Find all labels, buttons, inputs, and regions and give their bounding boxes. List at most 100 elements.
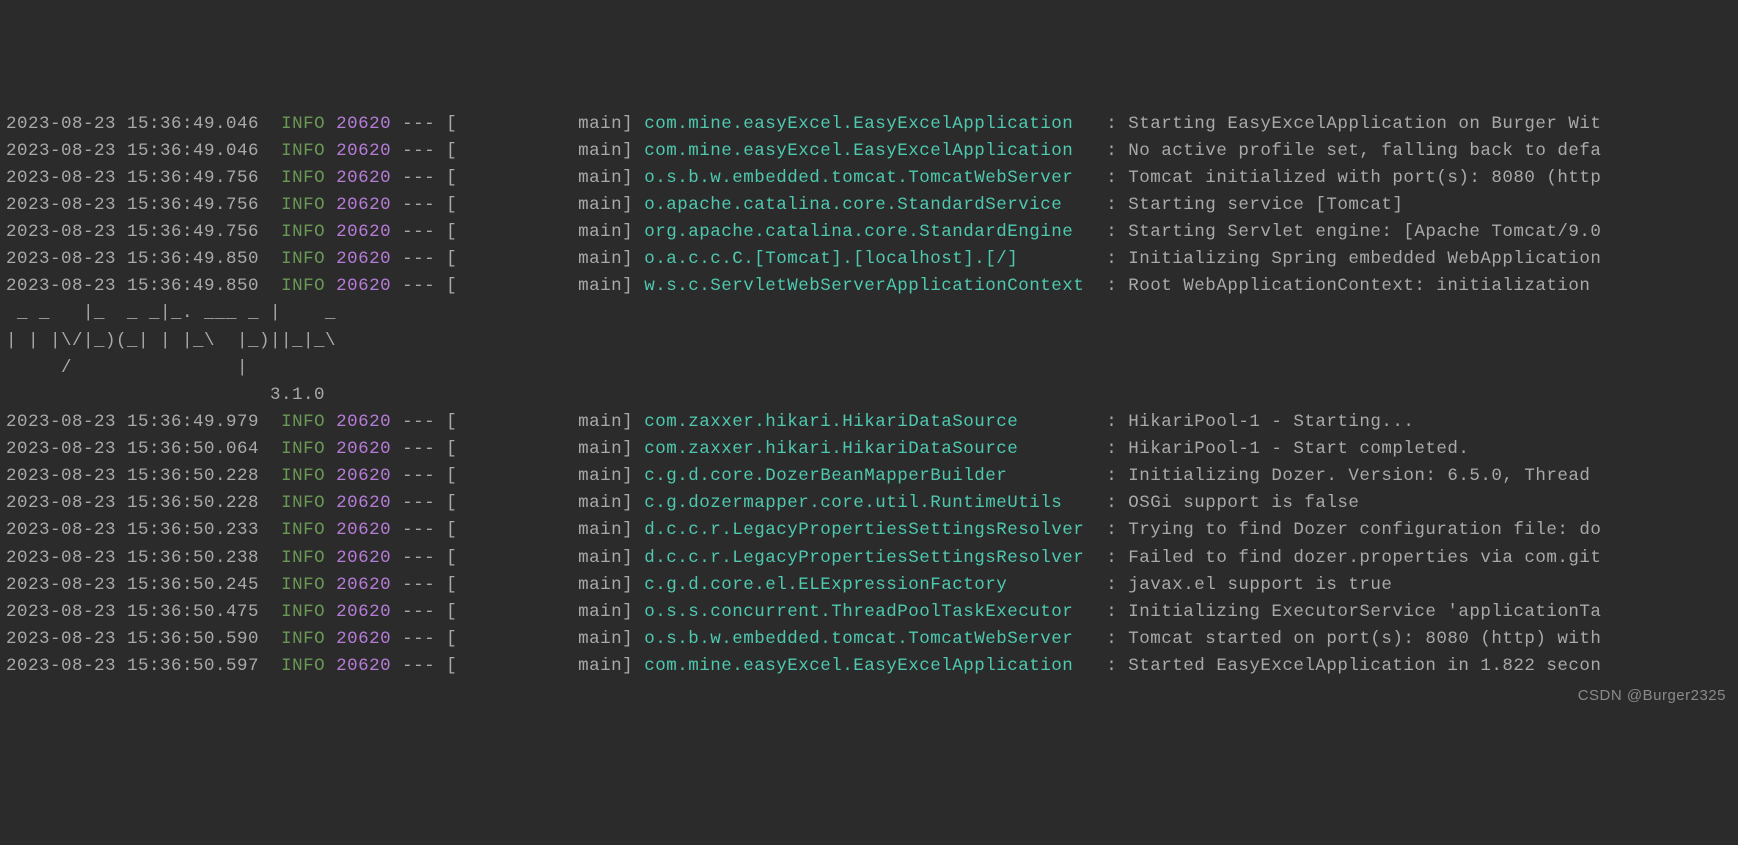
process-id: 20620: [336, 276, 391, 296]
logger-name: o.s.b.w.embedded.tomcat.TomcatWebServer: [644, 168, 1095, 188]
log-line[interactable]: 2023-08-23 15:36:49.979 INFO 20620 --- […: [6, 409, 1732, 436]
timestamp: 2023-08-23 15:36:49.756: [6, 168, 259, 188]
log-message: : Started EasyExcelApplication in 1.822 …: [1106, 656, 1601, 676]
separator: ---: [402, 629, 435, 649]
log-message: : Initializing Spring embedded WebApplic…: [1106, 249, 1601, 269]
separator: ---: [402, 656, 435, 676]
process-id: 20620: [336, 520, 391, 540]
log-line[interactable]: 2023-08-23 15:36:49.756 INFO 20620 --- […: [6, 165, 1732, 192]
process-id: 20620: [336, 195, 391, 215]
process-id: 20620: [336, 656, 391, 676]
separator: ---: [402, 439, 435, 459]
separator: ---: [402, 466, 435, 486]
log-message: : Root WebApplicationContext: initializa…: [1106, 276, 1601, 296]
log-level: INFO: [281, 548, 325, 568]
log-line[interactable]: 2023-08-23 15:36:49.850 INFO 20620 --- […: [6, 246, 1732, 273]
log-line[interactable]: 2023-08-23 15:36:50.233 INFO 20620 --- […: [6, 517, 1732, 544]
watermark: CSDN @Burger2325: [1578, 684, 1726, 707]
log-message: : HikariPool-1 - Start completed.: [1106, 439, 1469, 459]
log-message: : Starting Servlet engine: [Apache Tomca…: [1106, 222, 1601, 242]
log-line[interactable]: 2023-08-23 15:36:50.475 INFO 20620 --- […: [6, 599, 1732, 626]
log-line[interactable]: 2023-08-23 15:36:50.228 INFO 20620 --- […: [6, 490, 1732, 517]
process-id: 20620: [336, 548, 391, 568]
log-level: INFO: [281, 493, 325, 513]
thread-name: [ main]: [446, 548, 633, 568]
ascii-banner-line: | | |\/|_)(_| | |_\ |_)||_|_\: [6, 328, 1732, 355]
log-level: INFO: [281, 168, 325, 188]
timestamp: 2023-08-23 15:36:50.238: [6, 548, 259, 568]
timestamp: 2023-08-23 15:36:50.064: [6, 439, 259, 459]
process-id: 20620: [336, 629, 391, 649]
log-line[interactable]: 2023-08-23 15:36:49.046 INFO 20620 --- […: [6, 111, 1732, 138]
log-level: INFO: [281, 114, 325, 134]
log-level: INFO: [281, 276, 325, 296]
log-message: : OSGi support is false: [1106, 493, 1359, 513]
ascii-banner-line: / |: [6, 355, 1732, 382]
process-id: 20620: [336, 222, 391, 242]
log-line[interactable]: 2023-08-23 15:36:50.238 INFO 20620 --- […: [6, 545, 1732, 572]
log-level: INFO: [281, 195, 325, 215]
log-message: : Failed to find dozer.properties via co…: [1106, 548, 1601, 568]
timestamp: 2023-08-23 15:36:49.046: [6, 141, 259, 161]
separator: ---: [402, 195, 435, 215]
log-level: INFO: [281, 439, 325, 459]
log-level: INFO: [281, 629, 325, 649]
log-line[interactable]: 2023-08-23 15:36:50.228 INFO 20620 --- […: [6, 463, 1732, 490]
log-level: INFO: [281, 602, 325, 622]
log-line[interactable]: 2023-08-23 15:36:50.597 INFO 20620 --- […: [6, 653, 1732, 680]
log-line[interactable]: 2023-08-23 15:36:50.064 INFO 20620 --- […: [6, 436, 1732, 463]
log-line[interactable]: 2023-08-23 15:36:50.590 INFO 20620 --- […: [6, 626, 1732, 653]
log-level: INFO: [281, 141, 325, 161]
thread-name: [ main]: [446, 493, 633, 513]
thread-name: [ main]: [446, 412, 633, 432]
timestamp: 2023-08-23 15:36:50.233: [6, 520, 259, 540]
thread-name: [ main]: [446, 141, 633, 161]
log-level: INFO: [281, 520, 325, 540]
log-message: : HikariPool-1 - Starting...: [1106, 412, 1414, 432]
timestamp: 2023-08-23 15:36:50.228: [6, 466, 259, 486]
logger-name: c.g.dozermapper.core.util.RuntimeUtils: [644, 493, 1095, 513]
log-line[interactable]: 2023-08-23 15:36:50.245 INFO 20620 --- […: [6, 572, 1732, 599]
thread-name: [ main]: [446, 168, 633, 188]
log-level: INFO: [281, 222, 325, 242]
process-id: 20620: [336, 493, 391, 513]
separator: ---: [402, 168, 435, 188]
log-message: : Initializing Dozer. Version: 6.5.0, Th…: [1106, 466, 1601, 486]
thread-name: [ main]: [446, 520, 633, 540]
logger-name: com.mine.easyExcel.EasyExcelApplication: [644, 114, 1095, 134]
logger-name: o.s.s.concurrent.ThreadPoolTaskExecutor: [644, 602, 1095, 622]
timestamp: 2023-08-23 15:36:50.597: [6, 656, 259, 676]
separator: ---: [402, 222, 435, 242]
logger-name: com.zaxxer.hikari.HikariDataSource: [644, 412, 1095, 432]
process-id: 20620: [336, 439, 391, 459]
process-id: 20620: [336, 466, 391, 486]
thread-name: [ main]: [446, 575, 633, 595]
separator: ---: [402, 276, 435, 296]
log-level: INFO: [281, 249, 325, 269]
separator: ---: [402, 412, 435, 432]
timestamp: 2023-08-23 15:36:49.756: [6, 222, 259, 242]
log-message: : Starting service [Tomcat]: [1106, 195, 1403, 215]
process-id: 20620: [336, 602, 391, 622]
log-level: INFO: [281, 412, 325, 432]
log-line[interactable]: 2023-08-23 15:36:49.756 INFO 20620 --- […: [6, 219, 1732, 246]
logger-name: com.zaxxer.hikari.HikariDataSource: [644, 439, 1095, 459]
thread-name: [ main]: [446, 656, 633, 676]
log-line[interactable]: 2023-08-23 15:36:49.850 INFO 20620 --- […: [6, 273, 1732, 300]
logger-name: com.mine.easyExcel.EasyExcelApplication: [644, 141, 1095, 161]
separator: ---: [402, 575, 435, 595]
logger-name: d.c.c.r.LegacyPropertiesSettingsResolver: [644, 520, 1095, 540]
log-line[interactable]: 2023-08-23 15:36:49.046 INFO 20620 --- […: [6, 138, 1732, 165]
thread-name: [ main]: [446, 222, 633, 242]
process-id: 20620: [336, 412, 391, 432]
log-line[interactable]: 2023-08-23 15:36:49.756 INFO 20620 --- […: [6, 192, 1732, 219]
log-message: : Trying to find Dozer configuration fil…: [1106, 520, 1601, 540]
timestamp: 2023-08-23 15:36:49.850: [6, 276, 259, 296]
log-output[interactable]: 2023-08-23 15:36:49.046 INFO 20620 --- […: [6, 111, 1732, 681]
log-message: : javax.el support is true: [1106, 575, 1392, 595]
logger-name: o.apache.catalina.core.StandardService: [644, 195, 1095, 215]
separator: ---: [402, 249, 435, 269]
log-message: : No active profile set, falling back to…: [1106, 141, 1601, 161]
timestamp: 2023-08-23 15:36:49.979: [6, 412, 259, 432]
logger-name: com.mine.easyExcel.EasyExcelApplication: [644, 656, 1095, 676]
